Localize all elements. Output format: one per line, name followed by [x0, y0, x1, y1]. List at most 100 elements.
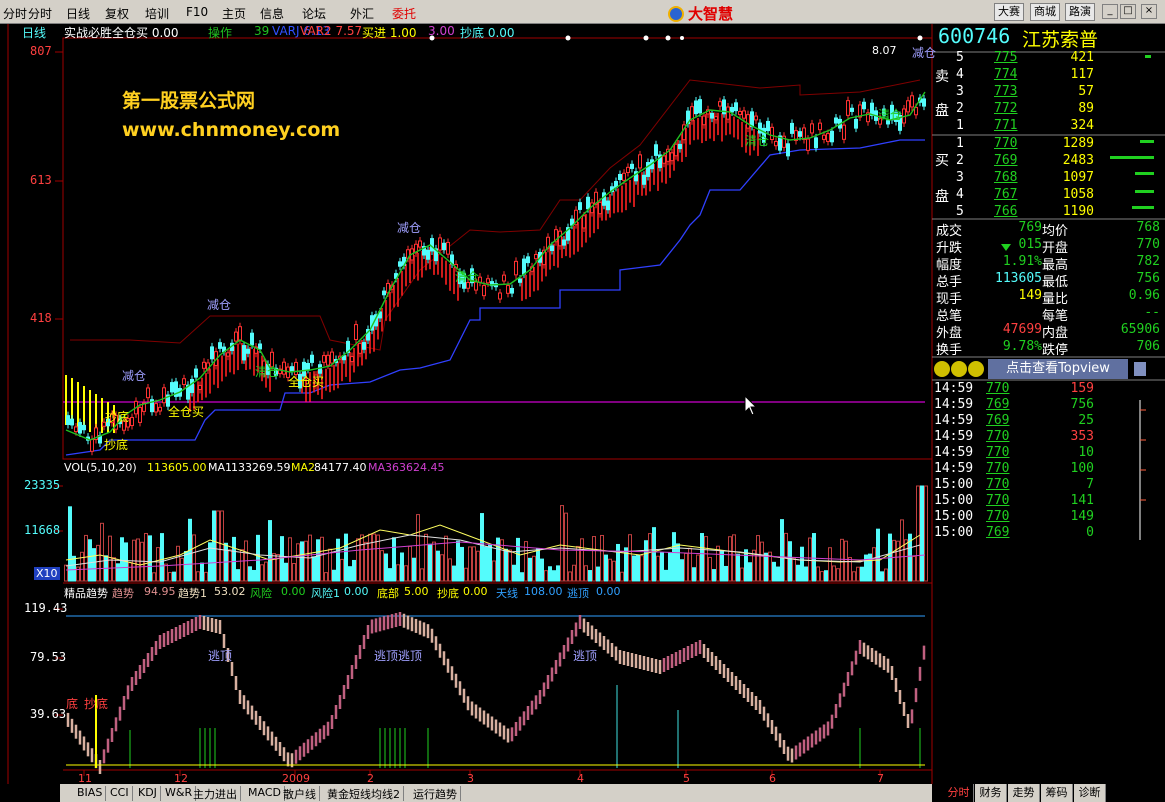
- candle-body: [78, 422, 82, 434]
- tab-yunxing[interactable]: 运行趋势: [410, 786, 461, 801]
- volume-bar: [488, 544, 492, 582]
- volume-bar: [912, 555, 916, 582]
- tick-price: 769: [986, 525, 1010, 540]
- candle-body: [218, 342, 222, 349]
- candle-body: [642, 174, 646, 185]
- candle-body: [250, 332, 254, 346]
- watermark-title: 第一股票公式网: [122, 90, 256, 112]
- volume-bar: [568, 571, 572, 582]
- volume-bar: [748, 562, 752, 582]
- trend-c-label: 风险: [250, 587, 272, 600]
- volume-bar: [404, 565, 408, 582]
- vol-scale-badge: X10: [34, 567, 60, 580]
- tick-row: 15:00 770 7: [932, 477, 1162, 494]
- candle-body: [774, 141, 778, 147]
- tick-row: 14:59 770 100: [932, 461, 1162, 478]
- tick-time: 14:59: [934, 413, 974, 428]
- volume-bar: [468, 546, 472, 582]
- app-window: { "toolbar":{"items":["分时","日线","复权","培训…: [0, 0, 1165, 802]
- rtab-caiwu[interactable]: 财务: [975, 784, 1007, 802]
- tab-sanhu[interactable]: 散户线: [280, 786, 320, 801]
- volume-bar: [320, 536, 324, 582]
- candle-body: [438, 237, 442, 251]
- candle-body: [202, 361, 206, 369]
- watermark-url: www.chnmoney.com: [122, 119, 341, 141]
- tick-time: 15:00: [934, 477, 974, 492]
- rtab-fenshi[interactable]: 分时: [944, 784, 974, 802]
- candle-body: [234, 331, 238, 342]
- candle-body: [646, 162, 650, 177]
- candle-body: [358, 342, 362, 354]
- candle-body: [418, 240, 422, 248]
- candle-body: [826, 133, 830, 142]
- volume-bar: [760, 541, 764, 582]
- volume-bar: [212, 510, 216, 582]
- level: 3: [956, 84, 964, 99]
- tab-zhuli[interactable]: 主力进出: [190, 786, 241, 801]
- scroll-icon[interactable]: [1134, 362, 1146, 376]
- candle-body: [282, 361, 286, 375]
- stat-row: 外盘 47699 内盘 65906: [932, 322, 1162, 341]
- candle-body: [198, 384, 202, 390]
- candle-body: [526, 256, 530, 264]
- volume-bar: [416, 514, 420, 582]
- tick-volume: 0: [1086, 525, 1094, 540]
- trend-title: 精品趋势: [64, 587, 108, 600]
- volume-bar: [820, 571, 824, 582]
- tick-row: 14:59 770 353: [932, 429, 1162, 446]
- stock-code: 600746: [938, 24, 1011, 48]
- candle-body: [226, 352, 230, 357]
- candle-body: [486, 278, 490, 284]
- candle-body: [678, 143, 682, 150]
- stat-label: 换手: [936, 343, 963, 358]
- volume-bar: [740, 567, 744, 582]
- candle-body: [598, 201, 602, 215]
- volume-bar: [512, 564, 516, 582]
- volume-bar: [480, 513, 484, 582]
- volume-bar: [808, 537, 812, 582]
- tab-bias[interactable]: BIAS: [74, 786, 107, 801]
- tick-price: 769: [986, 397, 1010, 412]
- stat-value: --: [1144, 305, 1160, 320]
- stat-value: 9.78%: [1002, 339, 1042, 354]
- volume-bar: [200, 562, 204, 582]
- volume-bar: [400, 552, 404, 582]
- tab-kdj[interactable]: KDJ: [135, 786, 161, 801]
- volume-bar: [896, 540, 900, 582]
- candle-body: [238, 326, 242, 341]
- rtab-zhenduan[interactable]: 诊断: [1074, 784, 1106, 802]
- stat-row: 总笔 每笔 --: [932, 305, 1162, 324]
- candle-body: [854, 118, 858, 129]
- tick-row: 15:00 770 149: [932, 509, 1162, 526]
- volume-bar: [156, 547, 160, 582]
- candle-body: [670, 152, 674, 162]
- volume-bar: [868, 553, 872, 582]
- candle-body: [502, 274, 506, 282]
- candle-body: [630, 163, 634, 169]
- volume-bar: [136, 538, 140, 582]
- tab-huangjin[interactable]: 黄金短线均线2: [324, 786, 404, 801]
- candle-body: [750, 111, 754, 128]
- volume-bar: [348, 566, 352, 582]
- tab-macd[interactable]: MACD: [245, 786, 285, 801]
- volume-bar: [464, 567, 468, 582]
- topview-button[interactable]: 点击查看Topview: [988, 359, 1128, 379]
- candle-body: [442, 242, 446, 251]
- tick-volume: 100: [1070, 461, 1094, 476]
- peak-price: 8.07: [872, 44, 897, 57]
- trend-h-value: 0.00: [596, 585, 621, 598]
- chaodi-bars: [129, 728, 921, 768]
- price: 772: [994, 101, 1018, 116]
- period-label[interactable]: 日线: [22, 24, 46, 41]
- rtab-zoushi[interactable]: 走势: [1008, 784, 1040, 802]
- volume-bar: [248, 566, 252, 582]
- candle-body: [258, 343, 262, 350]
- volume-bar: [904, 539, 908, 582]
- volume-bar: [720, 550, 724, 582]
- tab-cci[interactable]: CCI: [107, 786, 133, 801]
- volume-bar: [408, 545, 412, 582]
- candle-body: [586, 196, 590, 210]
- rtab-chouma[interactable]: 筹码: [1041, 784, 1073, 802]
- candle-body: [158, 406, 162, 412]
- volume-bar: [804, 566, 808, 582]
